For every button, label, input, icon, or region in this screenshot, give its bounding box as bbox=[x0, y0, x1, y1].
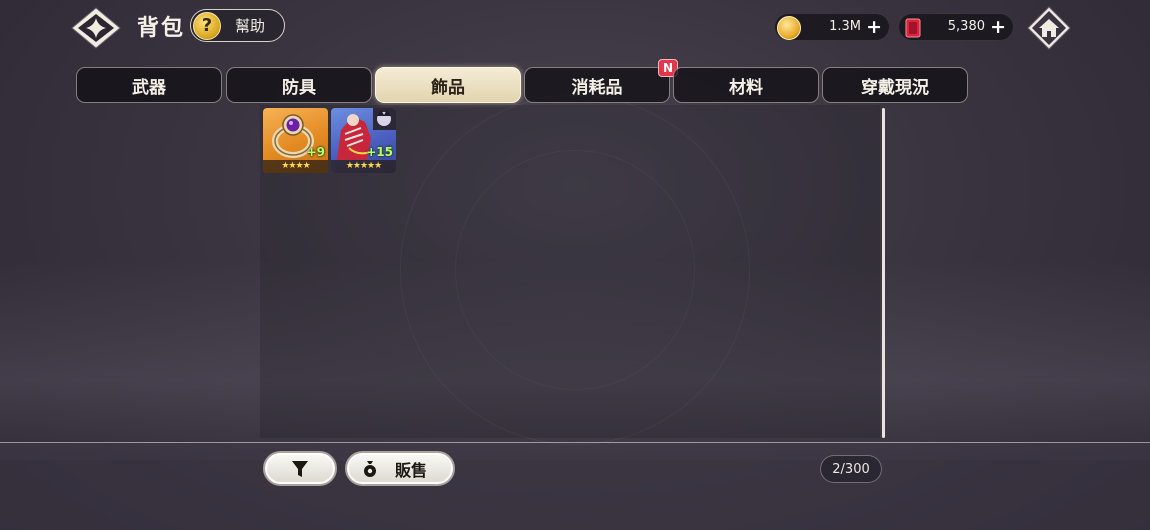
bottom-bar bbox=[0, 443, 1150, 530]
item-level: +9 bbox=[306, 145, 325, 159]
question-icon: ? bbox=[193, 11, 221, 40]
bottom-divider bbox=[0, 442, 1150, 443]
sell-button[interactable]: 販售 bbox=[345, 451, 455, 486]
gold-currency: 1.3M + bbox=[774, 13, 890, 41]
tab-consumables[interactable]: 消耗品 bbox=[524, 67, 670, 103]
gold-amount: 1.3M bbox=[829, 19, 861, 34]
home-button[interactable] bbox=[1026, 5, 1072, 51]
gold-coin-icon bbox=[777, 16, 801, 40]
item-rarity-stars: ★★★★ bbox=[263, 160, 328, 173]
filter-funnel-icon bbox=[292, 461, 308, 477]
inventory-item-accessory[interactable]: +15 ★★★★★ bbox=[331, 108, 396, 173]
money-bag-icon bbox=[364, 460, 376, 477]
item-rarity-stars: ★★★★★ bbox=[331, 160, 396, 173]
tab-materials[interactable]: 材料 bbox=[673, 67, 819, 103]
tab-accessories[interactable]: 飾品 bbox=[375, 67, 521, 103]
back-button[interactable] bbox=[70, 6, 122, 50]
add-gold-button[interactable]: + bbox=[866, 16, 882, 38]
filter-button[interactable] bbox=[263, 451, 337, 486]
inventory-item-ring[interactable]: +9 ★★★★ bbox=[263, 108, 328, 173]
add-gem-button[interactable]: + bbox=[990, 16, 1006, 38]
home-icon bbox=[1027, 6, 1071, 50]
tab-equipped-status[interactable]: 穿戴現況 bbox=[822, 67, 968, 103]
tab-armor[interactable]: 防具 bbox=[226, 67, 372, 103]
page-title: 背包 bbox=[137, 16, 186, 41]
item-level: +15 bbox=[366, 145, 393, 159]
help-label: 幫助 bbox=[235, 17, 266, 35]
inventory-capacity: 2/300 bbox=[820, 455, 882, 483]
tab-weapons[interactable]: 武器 bbox=[76, 67, 222, 103]
sell-label: 販售 bbox=[395, 460, 428, 480]
back-diamond-icon bbox=[71, 7, 121, 49]
gem-currency: 5,380 + bbox=[898, 13, 1014, 41]
inventory-scrollbar[interactable] bbox=[882, 108, 885, 438]
red-gem-icon bbox=[901, 16, 925, 40]
gem-amount: 5,380 bbox=[947, 19, 985, 34]
help-button[interactable]: ? 幫助 bbox=[190, 9, 285, 42]
